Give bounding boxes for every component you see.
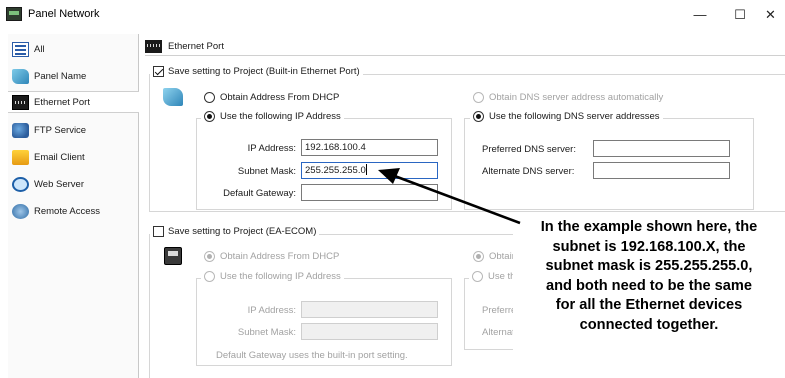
arrow-line — [391, 173, 521, 225]
annotation-arrow — [378, 168, 521, 225]
